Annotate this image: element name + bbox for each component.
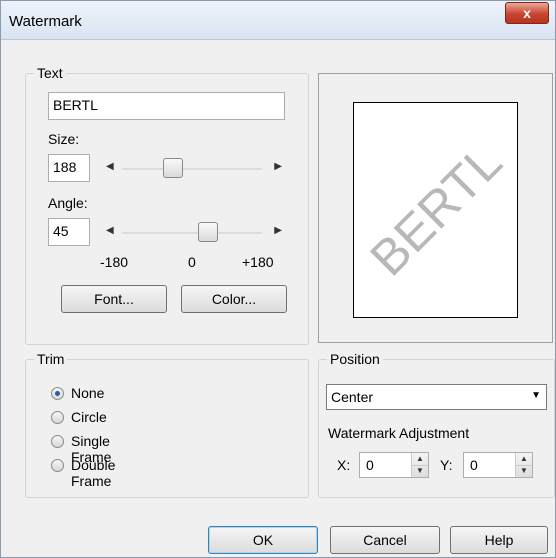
angle-input[interactable]: 45: [48, 218, 90, 246]
x-spinner-buttons: ▲ ▼: [411, 453, 428, 477]
position-group-label: Position: [327, 351, 383, 367]
color-button[interactable]: Color...: [181, 285, 287, 313]
title-bar: Watermark x: [1, 1, 555, 40]
trim-double-frame-label: Double Frame: [71, 457, 116, 489]
size-slider[interactable]: ◀ ▶: [98, 155, 286, 183]
x-value: 0: [366, 457, 374, 473]
size-input[interactable]: 188: [48, 154, 90, 182]
trim-group-label: Trim: [34, 351, 68, 367]
angle-value: 45: [53, 223, 69, 239]
y-spin-down-icon[interactable]: ▼: [516, 465, 532, 477]
size-value: 188: [53, 159, 77, 175]
x-spin-down-icon[interactable]: ▼: [412, 465, 428, 477]
trim-circle-radio[interactable]: [51, 411, 64, 424]
trim-double-frame-radio[interactable]: [51, 459, 64, 472]
position-selected-value: Center: [331, 389, 374, 405]
help-button[interactable]: Help: [450, 526, 548, 554]
watermark-dialog: Watermark x Text BERTL Size: 188 ◀ ▶ Ang…: [0, 0, 556, 558]
x-label: X:: [337, 457, 351, 473]
cancel-button[interactable]: Cancel: [330, 526, 440, 554]
close-icon: x: [523, 5, 531, 21]
position-select[interactable]: Center ▼: [326, 384, 547, 410]
text-group: Text BERTL Size: 188 ◀ ▶ Angle: 45 ◀ ▶ -…: [25, 65, 309, 345]
trim-none-label: None: [71, 385, 105, 401]
angle-scale-min: -180: [100, 254, 129, 270]
y-value: 0: [470, 457, 478, 473]
trim-circle-label: Circle: [71, 409, 107, 425]
angle-slider-right-arrow-icon[interactable]: ▶: [274, 225, 282, 236]
y-spinner-buttons: ▲ ▼: [515, 453, 532, 477]
trim-options: None Circle Single Frame Double Frame: [51, 385, 271, 489]
angle-slider[interactable]: ◀ ▶: [98, 219, 286, 247]
size-slider-thumb[interactable]: [163, 158, 183, 178]
angle-label: Angle:: [48, 195, 88, 211]
preview-watermark-text: BERTL: [359, 133, 512, 287]
ok-button[interactable]: OK: [208, 526, 318, 554]
angle-slider-track: [122, 232, 262, 234]
position-group: Position Center ▼ Watermark Adjustment X…: [318, 351, 555, 498]
angle-slider-left-arrow-icon[interactable]: ◀: [106, 225, 114, 236]
trim-none-radio[interactable]: [51, 387, 64, 400]
preview-page: BERTL: [353, 102, 518, 318]
angle-scale-mid: 0: [188, 254, 196, 270]
chevron-down-icon[interactable]: ▼: [531, 390, 541, 401]
watermark-adjustment-label: Watermark Adjustment: [328, 425, 470, 441]
size-slider-left-arrow-icon[interactable]: ◀: [106, 161, 114, 172]
y-label: Y:: [440, 457, 453, 473]
font-button[interactable]: Font...: [61, 285, 167, 313]
text-group-label: Text: [34, 65, 66, 81]
trim-group: Trim None Circle Single Frame Double Fra…: [25, 351, 309, 498]
size-label: Size:: [48, 131, 80, 147]
angle-slider-thumb[interactable]: [198, 222, 218, 242]
close-button[interactable]: x: [505, 2, 549, 24]
watermark-text-input[interactable]: BERTL: [48, 92, 285, 120]
trim-single-frame-radio[interactable]: [51, 435, 64, 448]
preview-panel: BERTL: [318, 73, 553, 343]
x-spinner[interactable]: 0 ▲ ▼: [359, 452, 429, 478]
watermark-text-value: BERTL: [53, 97, 98, 113]
y-spinner[interactable]: 0 ▲ ▼: [463, 452, 533, 478]
size-slider-track: [122, 168, 262, 170]
size-slider-right-arrow-icon[interactable]: ▶: [274, 161, 282, 172]
window-title: Watermark: [9, 13, 82, 30]
angle-scale-max: +180: [242, 254, 274, 270]
